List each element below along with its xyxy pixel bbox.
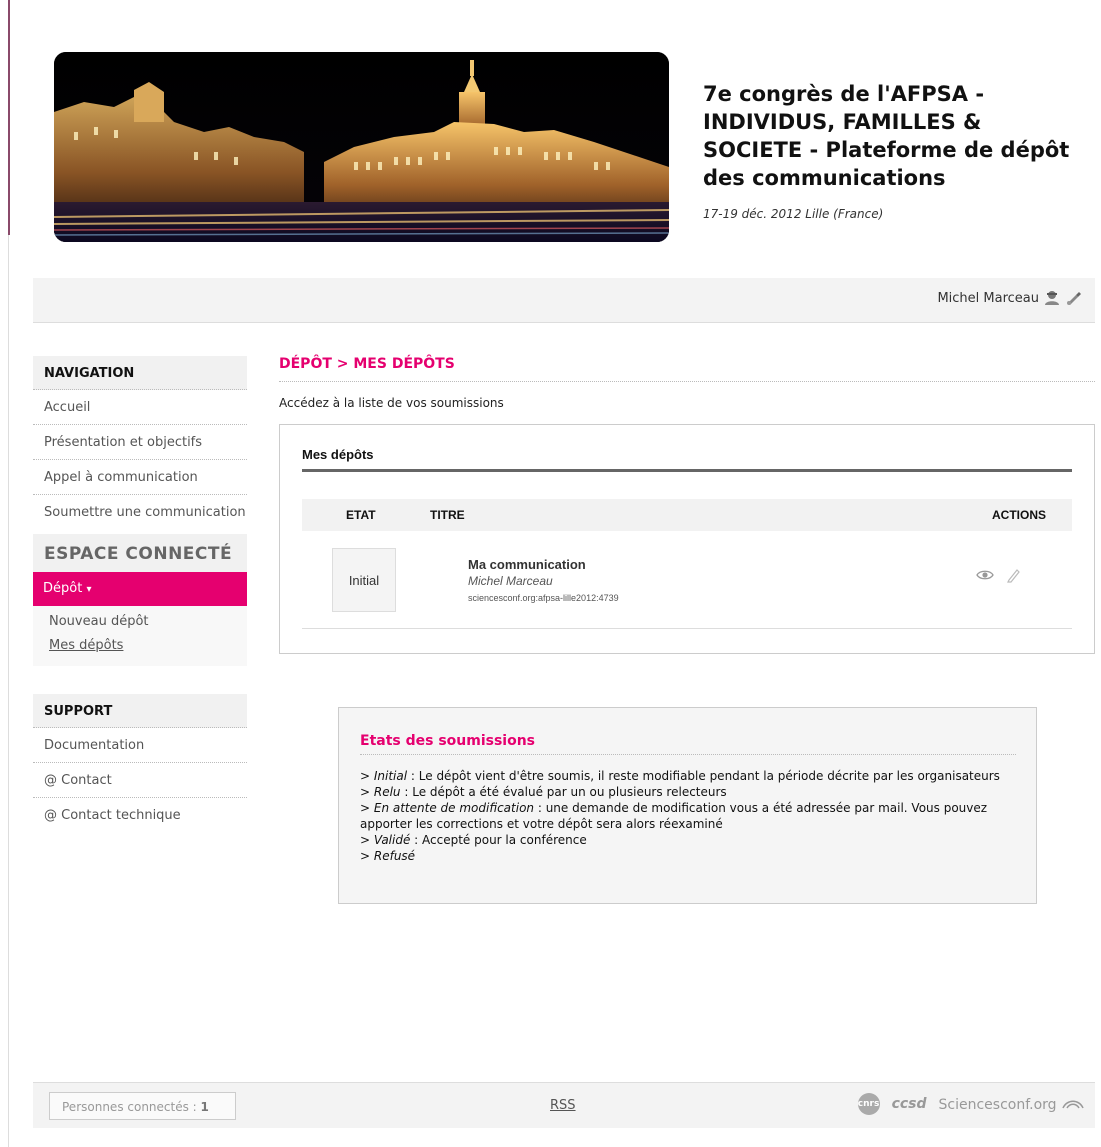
breadcrumb: DÉPÔT > MES DÉPÔTS xyxy=(279,356,1095,382)
legend-item-valide: > Validé : Accepté pour la conférence xyxy=(360,833,587,847)
table-row: Initial Ma communication Michel Marceau … xyxy=(302,531,1072,629)
submission-author: Michel Marceau xyxy=(468,574,553,588)
sidebar: NAVIGATION Accueil Présentation et objec… xyxy=(33,356,247,833)
sidebar-item-depot[interactable]: Dépôt ▾ xyxy=(33,572,247,606)
row-actions xyxy=(976,567,1022,587)
online-label: Personnes connectés : xyxy=(62,1100,197,1114)
sidebar-item-appel[interactable]: Appel à communication xyxy=(33,460,247,495)
ccsd-logo[interactable]: ccsd xyxy=(892,1096,927,1112)
sidebar-item-contact[interactable]: @ Contact xyxy=(33,763,247,798)
depot-label: Dépôt xyxy=(43,581,83,596)
username[interactable]: Michel Marceau xyxy=(937,291,1039,306)
states-legend: Etats des soumissions > Initial : Le dép… xyxy=(338,707,1037,904)
submissions-box: Mes dépôts ETAT TITRE ACTIONS Initial Ma… xyxy=(279,424,1095,654)
sidebar-item-contact-technique[interactable]: @ Contact technique xyxy=(33,798,247,833)
submission-reference: sciencesconf.org:afpsa-lille2012:4739 xyxy=(468,593,619,603)
legend-item-refuse: > Refusé xyxy=(360,849,416,863)
online-count: 1 xyxy=(200,1100,209,1114)
sciencesconf-label: Sciencesconf.org xyxy=(938,1097,1057,1113)
support-heading: SUPPORT xyxy=(33,694,247,728)
sciencesconf-wave-icon xyxy=(1062,1100,1084,1109)
legend-body: > Initial : Le dépôt vient d'être soumis… xyxy=(360,768,1020,864)
legend-title: Etats des soumissions xyxy=(360,733,1016,755)
sciencesconf-logo[interactable]: Sciencesconf.org xyxy=(939,1095,1085,1113)
legend-item-relu: > Relu : Le dépôt a été évalué par un ou… xyxy=(360,785,727,799)
submission-title[interactable]: Ma communication xyxy=(468,557,586,572)
column-actions: ACTIONS xyxy=(992,508,1046,522)
edit-icon[interactable] xyxy=(1006,567,1022,587)
table-header: ETAT TITRE ACTIONS xyxy=(302,499,1072,531)
sidebar-item-accueil[interactable]: Accueil xyxy=(33,390,247,425)
header-banner-image xyxy=(54,52,669,242)
view-icon[interactable] xyxy=(976,569,994,585)
site-date: 17-19 déc. 2012 Lille (France) xyxy=(703,207,884,221)
footer: Personnes connectés : 1 RSS cnrs ccsd Sc… xyxy=(33,1082,1095,1128)
rss-link[interactable]: RSS xyxy=(550,1098,576,1113)
left-edge-line xyxy=(8,0,10,1147)
legend-item-initial: > Initial : Le dépôt vient d'être soumis… xyxy=(360,769,1000,783)
partner-logos: cnrs ccsd Sciencesconf.org xyxy=(857,1093,1085,1115)
page-intro: Accédez à la liste de vos soumissions xyxy=(279,396,504,410)
logout-icon[interactable] xyxy=(1065,290,1083,306)
user-icon[interactable] xyxy=(1043,290,1061,306)
column-titre: TITRE xyxy=(430,508,465,522)
status-badge: Initial xyxy=(332,548,396,612)
legend-item-attente: > En attente de modification : une deman… xyxy=(360,801,988,831)
sidebar-item-mes-depots[interactable]: Mes dépôts xyxy=(49,638,247,662)
sidebar-item-nouveau-depot[interactable]: Nouveau dépôt xyxy=(49,614,247,638)
online-users-counter: Personnes connectés : 1 xyxy=(49,1092,236,1120)
site-title: 7e congrès de l'AFPSA - INDIVIDUS, FAMIL… xyxy=(703,82,1070,190)
sidebar-item-documentation[interactable]: Documentation xyxy=(33,728,247,763)
sidebar-item-soumettre[interactable]: Soumettre une communication xyxy=(33,495,247,530)
user-info: Michel Marceau xyxy=(937,290,1083,306)
chevron-down-icon: ▾ xyxy=(86,584,92,595)
cnrs-logo[interactable]: cnrs xyxy=(857,1093,880,1115)
navigation-heading: NAVIGATION xyxy=(33,356,247,390)
depot-subnav: Nouveau dépôt Mes dépôts xyxy=(33,606,247,666)
column-etat: ETAT xyxy=(346,508,376,522)
submissions-title: Mes dépôts xyxy=(302,447,1072,472)
espace-connecte-heading: ESPACE CONNECTÉ xyxy=(33,534,247,572)
user-bar: Michel Marceau xyxy=(33,278,1095,323)
sidebar-item-presentation[interactable]: Présentation et objectifs xyxy=(33,425,247,460)
